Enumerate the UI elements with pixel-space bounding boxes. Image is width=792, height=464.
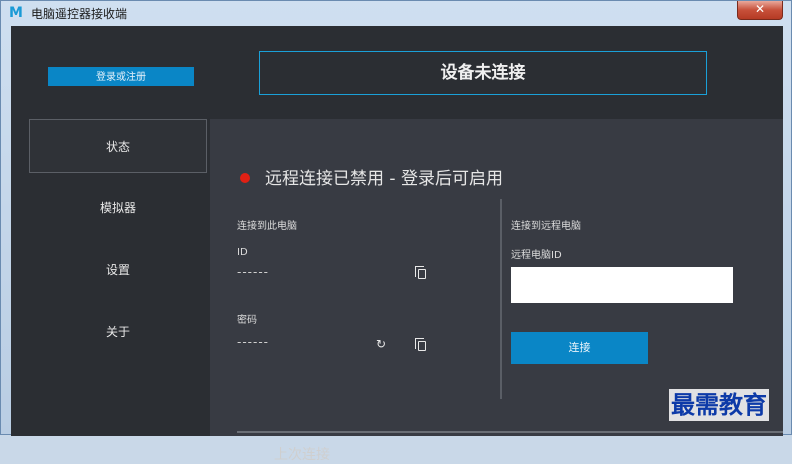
remote-id-input[interactable] (511, 267, 733, 303)
sidebar-item-settings[interactable]: 设置 (29, 243, 207, 297)
title-bar[interactable]: M 电脑遥控器接收端 ✕ (1, 1, 791, 25)
connection-status-box: 设备未连接 (259, 51, 707, 95)
refresh-icon[interactable]: ↻ (376, 337, 386, 351)
app-logo-icon: M (9, 5, 23, 21)
column-divider (500, 199, 502, 399)
password-label: 密码 (237, 315, 257, 326)
window-title: 电脑遥控器接收端 (31, 7, 128, 21)
status-dot-icon (240, 173, 250, 183)
close-button[interactable]: ✕ (737, 1, 783, 20)
header: 登录或注册 设备未连接 (11, 26, 783, 119)
app-window: M 电脑遥控器接收端 ✕ 登录或注册 设备未连接 状态 模拟器 设置 关于 远程… (0, 0, 792, 463)
login-register-button[interactable]: 登录或注册 (48, 67, 194, 86)
sidebar-item-status[interactable]: 状态 (29, 119, 207, 173)
client-area: 登录或注册 设备未连接 状态 模拟器 设置 关于 远程连接已禁用 - 登录后可启… (11, 26, 783, 463)
local-section-title: 连接到此电脑 (237, 221, 297, 232)
password-value: ------ (237, 335, 269, 349)
local-id-value: ------ (237, 265, 269, 279)
sidebar-item-emulator[interactable]: 模拟器 (29, 181, 207, 235)
remote-section-title: 连接到远程电脑 (511, 221, 581, 232)
sidebar-item-about[interactable]: 关于 (29, 305, 207, 359)
local-id-label: ID (237, 247, 248, 258)
connect-button[interactable]: 连接 (511, 332, 648, 364)
watermark: 最需教育 (669, 389, 769, 421)
recent-connections-title: 上次连接 (274, 447, 330, 463)
copy-password-icon[interactable] (415, 338, 426, 351)
sidebar: 状态 模拟器 设置 关于 (11, 119, 210, 436)
copy-id-icon[interactable] (415, 266, 426, 279)
section-divider (237, 431, 783, 433)
remote-status-text: 远程连接已禁用 - 登录后可启用 (265, 169, 503, 189)
remote-id-label: 远程电脑ID (511, 250, 562, 261)
